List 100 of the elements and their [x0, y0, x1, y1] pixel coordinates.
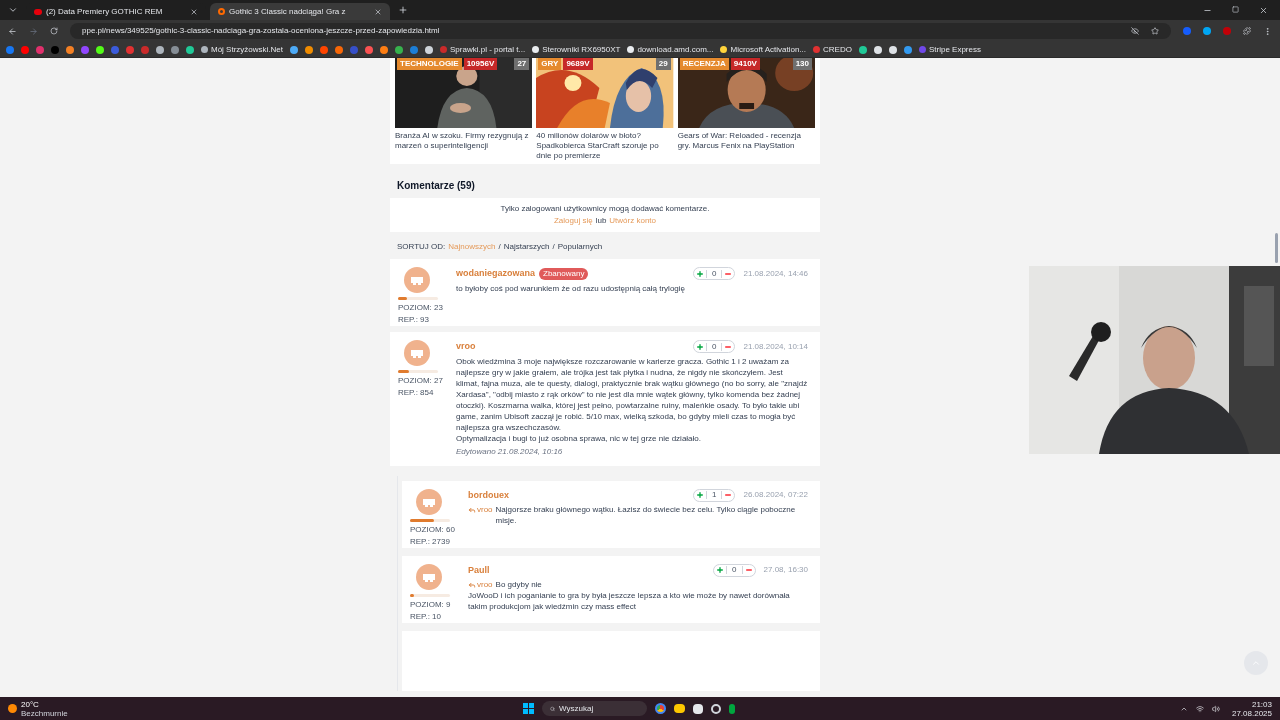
article-title[interactable]: Gears of War: Reloaded - recenzja gry. Marcus Fenix na PlayStation: [677, 131, 815, 151]
reload-icon[interactable]: [50, 27, 58, 35]
back-icon[interactable]: [8, 26, 17, 36]
bookmark-icon[interactable]: [888, 45, 897, 54]
comments-heading: Komentarze (59): [397, 179, 476, 193]
category-tag: TECHNOLOGIE: [397, 58, 462, 70]
vote-score: 0: [711, 268, 718, 280]
comment-count-badge: 27: [514, 58, 530, 70]
chrome-icon[interactable]: [655, 703, 666, 714]
comment-date: 27.08, 16:30: [763, 564, 808, 577]
avatar-icon: [416, 488, 442, 515]
category-tag: RECENZJA: [679, 58, 729, 70]
comment-date: 21.08.2024, 10:14: [743, 340, 808, 353]
star-icon[interactable]: [1151, 27, 1159, 35]
bookmark-icon[interactable]: [66, 45, 74, 54]
bookmark-icon[interactable]: [156, 45, 164, 54]
browser-tab[interactable]: Gothic 3 Classic nadciąga! Gra z: [210, 3, 390, 20]
bookmark-icon[interactable]: [425, 45, 433, 54]
plus-icon: [716, 566, 725, 575]
bookmark-icon[interactable]: [380, 45, 388, 54]
comment-date: 21.08.2024, 14:46: [743, 267, 808, 280]
reply-icon: [468, 580, 476, 589]
bookmark-icon[interactable]: [96, 45, 104, 54]
extensions-icon[interactable]: [1243, 27, 1251, 35]
taskbar-search-field[interactable]: Wyszukaj: [542, 701, 647, 716]
sort-separator: /: [498, 241, 501, 253]
level-text: POZIOM: 9: [410, 598, 451, 611]
category-tag: GRY: [538, 58, 562, 70]
store-icon[interactable]: [693, 703, 703, 714]
article-title[interactable]: 40 milionów dolarów w błoto? Spadkobierca StarCraft szoruje po dnie po premierze: [536, 131, 674, 161]
reply-icon: [468, 505, 476, 514]
bookmark-icon[interactable]: [305, 45, 313, 54]
app-icon[interactable]: [711, 703, 721, 714]
bookmark[interactable]: Stripe Express: [918, 43, 981, 56]
url-text: ppe.pl/news/349525/gothic-3-classic-nadciaga-gra-zostala-oceniona-jeszcze-przed-zapowiedzia.html: [82, 25, 440, 37]
comment-date: 26.08.2024, 07:22: [743, 489, 808, 502]
reputation-text: REP.: 93: [398, 314, 429, 326]
bookmark[interactable]: download.amd.com...: [627, 43, 714, 56]
tab-list-button[interactable]: [8, 5, 18, 15]
upvote-button[interactable]: [694, 342, 708, 351]
extension-icon[interactable]: [1183, 27, 1191, 35]
bookmark[interactable]: CREDO: [813, 43, 852, 56]
eye-off-icon[interactable]: [1131, 27, 1139, 35]
upvote-button[interactable]: [694, 491, 708, 500]
reputation-text: REP.: 2739: [410, 535, 450, 548]
close-window-icon[interactable]: [1259, 5, 1268, 15]
start-icon[interactable]: [523, 703, 534, 714]
upvote-button[interactable]: [694, 269, 708, 278]
app-icon[interactable]: [729, 703, 735, 714]
sort-separator: /: [552, 241, 555, 253]
article-title[interactable]: Branża AI w szoku. Firmy rezygnują z marzeń o superinteligencji: [395, 131, 533, 151]
upvote-button[interactable]: [714, 566, 728, 575]
scrollbar-thumb[interactable]: [1275, 233, 1278, 263]
bookmark-icon[interactable]: [858, 45, 867, 54]
new-tab-icon[interactable]: [398, 5, 408, 15]
reputation-text: REP.: 10: [410, 610, 441, 623]
tab-title: (2) Data Premiery GOTHIC REM: [46, 5, 164, 18]
clock-date[interactable]: 27.08.2025: [1231, 708, 1272, 718]
downvote-button[interactable]: [741, 566, 755, 575]
bookmark[interactable]: Sterowniki RX6950XT: [532, 43, 621, 56]
menu-icon[interactable]: [1263, 26, 1272, 36]
bookmark-icon[interactable]: [186, 45, 194, 54]
network-icon[interactable]: [1195, 704, 1204, 713]
bookmark-icon[interactable]: [873, 45, 882, 54]
volume-icon[interactable]: [1211, 704, 1220, 713]
comment-text: JoWooD i ich poganianie to gra by była jeszcze lepsza a kto wie może by nawet dorównała takim produkcjom jak wiedźmin czy mass effect: [468, 590, 791, 612]
plus-icon: [696, 269, 705, 278]
search-input[interactable]: Wyszukaj: [559, 702, 639, 715]
sort-option[interactable]: Popularnych: [557, 241, 603, 253]
folder-icon[interactable]: [674, 704, 685, 713]
vote-score: 1: [711, 489, 718, 501]
clock-time[interactable]: 21:03: [1251, 699, 1272, 709]
bookmark[interactable]: Mój Strzyżowski.Net: [201, 43, 283, 56]
comment-text: to byłoby coś pod warunkiem że od razu udostępnią całą trylogię: [456, 282, 687, 294]
chevron-down-icon: [8, 5, 18, 15]
extension-icon[interactable]: [1203, 27, 1211, 35]
restore-icon[interactable]: [1232, 5, 1239, 13]
sort-option[interactable]: Najstarszych: [503, 241, 550, 253]
comment-text: Bo gdyby nie: [495, 579, 543, 590]
close-icon[interactable]: [374, 7, 382, 16]
reputation-text: REP.: 854: [398, 387, 434, 399]
level-text: POZIOM: 23: [398, 302, 443, 314]
plus-icon: [696, 342, 705, 351]
vote-count: 10956V: [463, 58, 498, 70]
bookmark[interactable]: Sprawki.pl - portal t...: [440, 43, 526, 56]
comment-text: Obok wiedźmina 3 moje największe rozczarowanie w karierze gracza. Gothic 1 i 2 uważam za najlepsze gry w jakie grałem, ale trójka jest tak płytka i nudna, że nigdy nie skończyłem. Jest klimat, fajna muza, ale te questy, dialogi, praktycznie brak wątku głównego (no bo sorry, ale "znajdź Xardasa", "odbij miasto z rąk orków" to nie jest dla mnie wątek główny, tylko komenda bez żadnej otoczki). Koszmarna walka, której jest pełno, powtarzalne ruiny, maleńkie osady. To było takie ubi game, zanim Ubisoft zaczął je robić. 5/10 max, wielką szkoda, bo gdyby mieli czas to mogła być najlepsza gra wszechczasów.: [456, 355, 808, 433]
site-icon: [218, 8, 225, 15]
address-field[interactable]: ppe.pl/news/349525/gothic-3-classic-nadciaga-gra-zostala-oceniona-jeszcze-przed-zapowiedzia.html: [70, 23, 1171, 39]
search-icon: [550, 704, 555, 713]
close-icon[interactable]: [190, 7, 198, 16]
comment-count-badge: 130: [792, 58, 812, 70]
bookmark[interactable]: Microsoft Activation...: [720, 43, 807, 56]
bookmark-icon[interactable]: [290, 45, 298, 54]
bookmark-icon[interactable]: [903, 45, 912, 54]
comment-text: Optymalizacja i bugi to już osobna sprawa, nic w tej grze nie działało.: [456, 432, 702, 444]
sun-icon: [8, 704, 17, 713]
edited-note: Edytowano 21.08.2024, 10:16: [456, 445, 564, 458]
bookmark-icon[interactable]: [395, 45, 403, 54]
weather-temperature: 20°C: [21, 699, 40, 709]
bookmark-icon[interactable]: [335, 45, 343, 54]
